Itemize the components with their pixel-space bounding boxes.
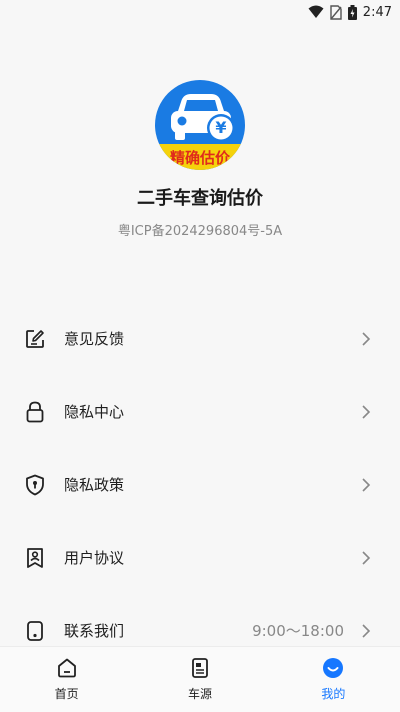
app-logo: ¥ 精确估价 [155,80,245,170]
menu-item-privacy-center[interactable]: 隐私中心 [0,375,400,448]
tab-label-mine: 我的 [321,687,346,701]
yuan-symbol: ¥ [215,118,227,137]
lock-icon [24,401,46,423]
menu-item-privacy-policy[interactable]: 隐私政策 [0,448,400,521]
chevron-right-icon [360,404,372,420]
chevron-right-icon [360,477,372,493]
bottom-tab-bar: 首页 车源 我的 [0,646,400,712]
feedback-edit-icon [24,328,46,350]
chevron-right-icon [360,623,372,639]
phone-icon [24,620,46,642]
menu-label-user-agreement: 用户协议 [64,549,125,567]
user-agreement-icon [24,547,46,569]
menu-label-feedback: 意见反馈 [64,330,125,348]
battery-charging-icon [347,4,357,20]
shield-keyhole-icon [24,474,46,496]
menu-item-feedback[interactable]: 意见反馈 [0,302,400,375]
app-profile: ¥ 精确估价 二手车查询估价 粤ICP备2024296804号-5A [0,80,400,239]
wifi-icon [308,5,324,19]
chevron-right-icon [360,550,372,566]
app-name: 二手车查询估价 [137,188,263,209]
tab-mine[interactable]: 我的 [267,647,400,712]
logo-text: 精确估价 [169,148,230,167]
settings-menu: 意见反馈 隐私中心 隐私政策 用户协议 联系我们 9:00～18:00 [0,302,400,667]
icp-number: 粤ICP备2024296804号-5A [117,224,283,239]
profile-icon [323,658,344,678]
home-icon [57,658,76,678]
menu-label-contact-us: 联系我们 [64,622,125,640]
car-source-icon [192,658,208,678]
menu-label-privacy-policy: 隐私政策 [64,476,125,494]
status-bar: 2:47 [0,0,400,24]
chevron-right-icon [360,331,372,347]
logo-band: 精确估价 [155,144,245,170]
tab-label-home: 首页 [54,687,79,701]
tab-label-car-source: 车源 [187,687,212,701]
no-sim-icon [330,4,342,20]
status-time: 2:47 [362,4,392,20]
tab-car-source[interactable]: 车源 [133,647,266,712]
menu-label-privacy-center: 隐私中心 [64,403,125,421]
tab-home[interactable]: 首页 [0,647,133,712]
contact-hours: 9:00～18:00 [252,622,344,640]
menu-item-user-agreement[interactable]: 用户协议 [0,521,400,594]
